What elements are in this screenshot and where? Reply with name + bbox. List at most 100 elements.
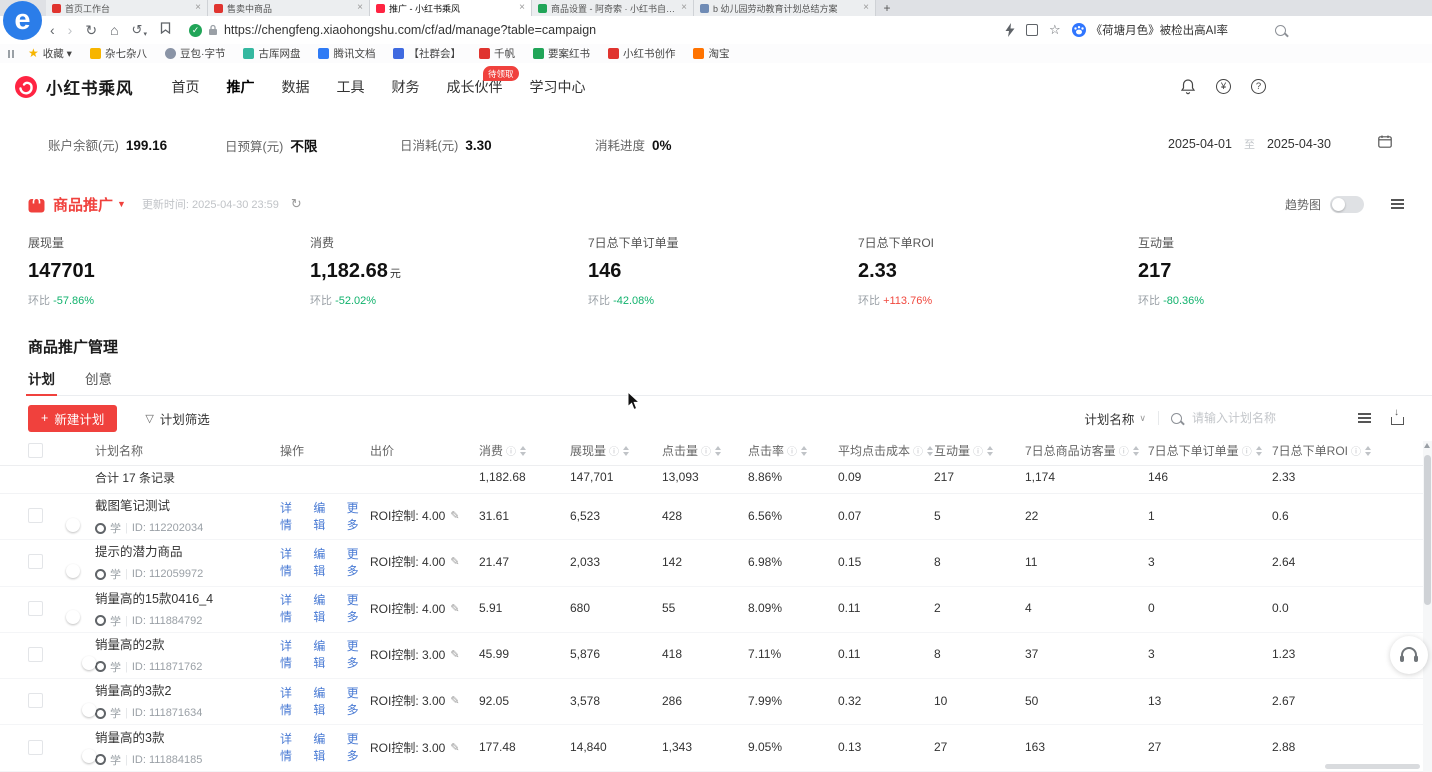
ai-detect-notice[interactable]: 《荷塘月色》被检出高AI率 — [1072, 22, 1228, 38]
plan-name[interactable]: 截图笔记测试 — [95, 495, 280, 514]
help-icon[interactable]: ? — [1251, 79, 1266, 94]
bell-icon[interactable] — [1180, 78, 1196, 95]
plan-name[interactable]: 销量高的15款0416_4 — [95, 588, 280, 607]
action-更多[interactable]: 更多 — [347, 684, 370, 718]
column-header[interactable]: 出价 — [370, 442, 479, 459]
row-checkbox[interactable] — [28, 601, 43, 616]
sort-icon[interactable] — [927, 446, 933, 456]
sort-icon[interactable] — [520, 446, 526, 456]
action-详情[interactable]: 详情 — [280, 499, 303, 533]
date-range-picker[interactable]: 2025-04-01 至 2025-04-30 — [1168, 136, 1331, 152]
column-header[interactable]: 展现量ⓘ — [570, 442, 662, 459]
plan-name[interactable]: 提示的潜力商品 — [95, 541, 280, 560]
row-checkbox[interactable] — [28, 693, 43, 708]
bookmark-item[interactable]: 要案红书 — [533, 46, 590, 61]
tab-close-icon[interactable]: × — [519, 3, 525, 13]
action-编辑[interactable]: 编辑 — [313, 730, 336, 764]
nav-item-推广[interactable]: 推广 — [227, 77, 255, 97]
date-start[interactable]: 2025-04-01 — [1168, 137, 1232, 151]
action-详情[interactable]: 详情 — [280, 591, 303, 625]
select-all-checkbox[interactable] — [28, 443, 43, 458]
download-icon[interactable] — [1391, 417, 1404, 425]
nav-item-首页[interactable]: 首页 — [172, 77, 200, 97]
horizontal-scrollbar[interactable] — [1325, 764, 1420, 769]
url-text[interactable]: https://chengfeng.xiaohongshu.com/cf/ad/… — [224, 23, 596, 37]
refresh-icon[interactable]: ↻ — [85, 23, 97, 37]
recently-closed-icon[interactable]: ↺▾ — [132, 22, 147, 38]
action-更多[interactable]: 更多 — [347, 730, 370, 764]
bookmark-item[interactable]: 【社群会】 — [393, 46, 461, 61]
edit-bid-icon[interactable]: ✎ — [450, 648, 459, 661]
column-header[interactable]: 操作 — [280, 442, 370, 459]
edit-bid-icon[interactable]: ✎ — [450, 602, 459, 615]
plan-filter-button[interactable]: ▽ 计划筛选 — [145, 409, 209, 428]
back-icon[interactable]: ‹ — [50, 23, 55, 37]
row-checkbox[interactable] — [28, 740, 43, 755]
tab-close-icon[interactable]: × — [681, 3, 687, 13]
column-header[interactable]: 平均点击成本ⓘ — [838, 442, 934, 459]
action-更多[interactable]: 更多 — [347, 591, 370, 625]
screenshot-icon[interactable] — [1026, 24, 1038, 36]
row-checkbox[interactable] — [28, 508, 43, 523]
action-详情[interactable]: 详情 — [280, 545, 303, 579]
edit-bid-icon[interactable]: ✎ — [450, 509, 459, 522]
browser-tab[interactable]: b 幼儿园劳动教育计划总结方案× — [694, 0, 876, 16]
home-icon[interactable]: ⌂ — [110, 23, 118, 37]
sort-icon[interactable] — [1133, 446, 1139, 456]
chevron-down-icon[interactable]: ∨ — [1139, 413, 1146, 424]
bookmark-item[interactable]: 淘宝 — [693, 46, 729, 61]
browser-tab[interactable]: 商品设置 - 阿奇索 · 小红书自动…× — [532, 0, 694, 16]
action-更多[interactable]: 更多 — [347, 499, 370, 533]
row-checkbox[interactable] — [28, 554, 43, 569]
new-tab-button[interactable]: + — [876, 1, 898, 15]
action-编辑[interactable]: 编辑 — [313, 684, 336, 718]
search-icon[interactable] — [1275, 25, 1286, 36]
nav-item-工具[interactable]: 工具 — [337, 77, 365, 97]
tab-close-icon[interactable]: × — [863, 3, 869, 13]
trend-toggle[interactable] — [1330, 196, 1364, 213]
search-category-select[interactable]: 计划名称 — [1084, 409, 1134, 428]
finance-icon[interactable]: ¥ — [1216, 79, 1231, 94]
tab-创意[interactable]: 创意 — [85, 368, 112, 395]
nav-item-数据[interactable]: 数据 — [282, 77, 310, 97]
edit-bid-icon[interactable]: ✎ — [450, 741, 459, 754]
column-header[interactable]: 点击率ⓘ — [748, 442, 838, 459]
chevron-down-icon[interactable]: ▼ — [117, 199, 126, 209]
refresh-data-icon[interactable]: ↻ — [291, 196, 302, 212]
address-bar[interactable]: ✓ https://chengfeng.xiaohongshu.com/cf/a… — [189, 23, 596, 37]
column-header[interactable]: 7日总下单订单量ⓘ — [1148, 442, 1272, 459]
plan-search-input[interactable] — [1190, 410, 1334, 426]
sort-icon[interactable] — [715, 446, 721, 456]
tab-计划[interactable]: 计划 — [28, 368, 55, 395]
action-编辑[interactable]: 编辑 — [313, 591, 336, 625]
browser-logo[interactable]: e — [3, 1, 42, 40]
column-header[interactable]: 互动量ⓘ — [934, 442, 1025, 459]
action-详情[interactable]: 详情 — [280, 684, 303, 718]
forward-icon[interactable]: › — [68, 23, 73, 37]
sort-icon[interactable] — [801, 446, 807, 456]
bookmark-item[interactable]: 腾讯文档 — [318, 46, 375, 61]
column-header[interactable]: 消费ⓘ — [479, 442, 570, 459]
sort-icon[interactable] — [1365, 446, 1371, 456]
nav-item-学习中心[interactable]: 学习中心 — [530, 77, 586, 97]
plan-name[interactable]: 销量高的2款 — [95, 634, 280, 653]
tab-close-icon[interactable]: × — [195, 3, 201, 13]
customer-service-button[interactable] — [1390, 636, 1428, 674]
browser-tab[interactable]: 推广 - 小红书乘风× — [370, 0, 532, 16]
bookmark-item[interactable]: ★收藏 ▾ — [28, 46, 72, 61]
tab-close-icon[interactable]: × — [357, 3, 363, 13]
column-header[interactable]: 7日总商品访客量ⓘ — [1025, 442, 1148, 459]
row-checkbox[interactable] — [28, 647, 43, 662]
calendar-icon[interactable] — [1378, 135, 1392, 153]
new-plan-button[interactable]: + 新建计划 — [28, 405, 117, 432]
edit-bid-icon[interactable]: ✎ — [450, 555, 459, 568]
column-header[interactable]: 计划名称 — [95, 442, 280, 459]
date-end[interactable]: 2025-04-30 — [1267, 137, 1331, 151]
action-编辑[interactable]: 编辑 — [313, 637, 336, 671]
bookmark-item[interactable]: 小红书创作 — [608, 46, 676, 61]
action-详情[interactable]: 详情 — [280, 730, 303, 764]
action-更多[interactable]: 更多 — [347, 637, 370, 671]
plan-name[interactable]: 销量高的3款2 — [95, 680, 280, 699]
bookmark-item[interactable]: 千帆 — [479, 46, 515, 61]
sort-icon[interactable] — [987, 446, 993, 456]
